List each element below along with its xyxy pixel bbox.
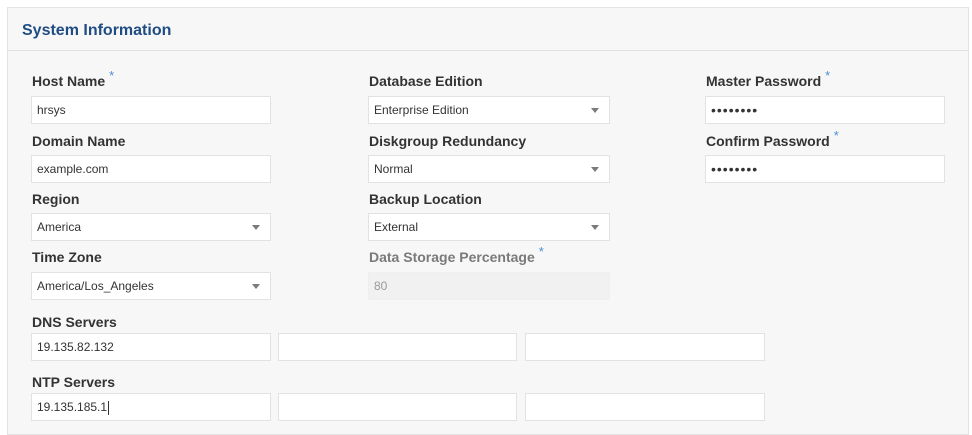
database-edition-label: Database Edition xyxy=(369,73,483,89)
required-marker: * xyxy=(833,128,839,143)
master-password-input[interactable]: •••••••• xyxy=(705,96,945,124)
required-marker: * xyxy=(109,68,115,83)
text-cursor xyxy=(108,400,110,415)
required-marker: * xyxy=(538,244,544,259)
dns-server-input-2[interactable] xyxy=(278,333,517,361)
ntp-server-input-2[interactable] xyxy=(278,393,517,421)
dns-server-input-1[interactable]: 19.135.82.132 xyxy=(31,333,271,361)
time-zone-label: Time Zone xyxy=(32,249,102,265)
dns-servers-label: DNS Servers xyxy=(32,314,117,330)
backup-location-label: Backup Location xyxy=(369,191,482,207)
region-label: Region xyxy=(32,191,80,207)
host-name-input[interactable]: hrsys xyxy=(31,96,271,124)
ntp-server-input-1[interactable]: 19.135.185.1 xyxy=(31,393,271,421)
page-title: System Information xyxy=(22,22,172,39)
ntp-server-input-3[interactable] xyxy=(525,393,765,421)
host-name-label: Host Name * xyxy=(32,68,115,89)
chevron-down-icon xyxy=(591,167,599,172)
ntp-servers-label: NTP Servers xyxy=(32,374,116,390)
required-marker: * xyxy=(825,68,831,83)
domain-name-label: Domain Name xyxy=(32,133,126,149)
chevron-down-icon xyxy=(591,108,599,113)
data-storage-percentage-label: Data Storage Percentage * xyxy=(369,244,544,265)
database-edition-select[interactable]: Enterprise Edition xyxy=(368,96,610,124)
diskgroup-redundancy-select[interactable]: Normal xyxy=(368,155,610,183)
confirm-password-label: Confirm Password * xyxy=(706,128,839,149)
confirm-password-input[interactable]: •••••••• xyxy=(705,155,945,183)
panel-header: System Information xyxy=(8,8,968,51)
chevron-down-icon xyxy=(252,225,260,230)
chevron-down-icon xyxy=(591,225,599,230)
backup-location-select[interactable]: External xyxy=(368,213,610,241)
diskgroup-redundancy-label: Diskgroup Redundancy xyxy=(369,133,527,149)
data-storage-percentage-input: 80 xyxy=(368,272,610,300)
time-zone-select[interactable]: America/Los_Angeles xyxy=(31,272,271,300)
region-select[interactable]: America xyxy=(31,213,271,241)
master-password-label: Master Password * xyxy=(706,68,831,89)
chevron-down-icon xyxy=(252,284,260,289)
dns-server-input-3[interactable] xyxy=(525,333,765,361)
domain-name-input[interactable]: example.com xyxy=(31,155,271,183)
